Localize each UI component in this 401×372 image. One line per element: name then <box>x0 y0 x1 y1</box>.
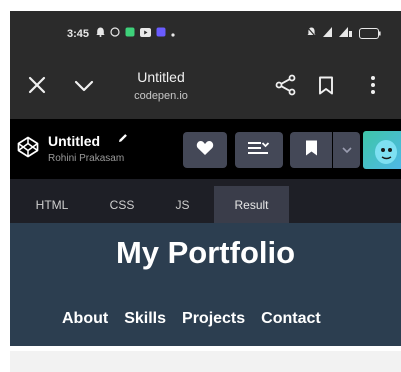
codepen-logo-icon[interactable] <box>17 136 39 163</box>
close-icon[interactable] <box>28 75 46 99</box>
app-icon <box>156 27 166 40</box>
tab-result[interactable]: Result <box>214 186 289 223</box>
browser-toolbar: Untitled codepen.io <box>10 59 401 119</box>
change-view-button[interactable] <box>235 132 283 168</box>
more-options-icon[interactable] <box>370 75 376 100</box>
tab-css[interactable]: CSS <box>97 186 147 223</box>
avatar[interactable] <box>363 131 401 169</box>
nav-link-about[interactable]: About <box>62 310 108 328</box>
save-bookmark-icon <box>305 140 318 161</box>
preview-content-area <box>10 351 401 372</box>
status-left: 3:45 <box>67 27 175 40</box>
browser-page-title: Untitled <box>137 69 185 85</box>
tab-js[interactable]: JS <box>160 186 205 223</box>
heart-button[interactable] <box>183 132 227 168</box>
status-time: 3:45 <box>67 27 90 40</box>
pen-title[interactable]: Untitled <box>48 133 100 149</box>
tab-html[interactable]: HTML <box>22 186 82 223</box>
battery-icon <box>359 28 381 39</box>
browser-title-block[interactable]: Untitled codepen.io <box>126 69 196 102</box>
chevron-down-icon[interactable] <box>74 79 94 97</box>
pencil-icon[interactable] <box>118 133 128 146</box>
editor-tabs: HTML CSS JS Result <box>10 179 401 223</box>
preview-body <box>10 346 401 372</box>
signal-icon <box>339 27 352 40</box>
bookmark-icon[interactable] <box>318 76 334 100</box>
portfolio-heading: My Portfolio <box>115 235 296 270</box>
pen-author[interactable]: Rohini Prakasam <box>48 153 124 164</box>
status-bar: 3:45 <box>10 11 401 59</box>
save-button[interactable] <box>290 132 332 168</box>
status-right <box>307 27 381 40</box>
alarm-icon <box>96 27 105 40</box>
nav-link-contact[interactable]: Contact <box>261 310 321 328</box>
share-icon[interactable] <box>275 74 297 101</box>
chevron-down-icon <box>341 141 352 159</box>
heart-icon <box>196 140 214 161</box>
phone-screen: 3:45 Untitled codepen.io Untitled Rohini… <box>10 11 401 372</box>
codepen-header: Untitled Rohini Prakasam <box>10 119 401 179</box>
signal-icon <box>323 27 332 40</box>
layout-icon <box>247 140 271 161</box>
nav-link-projects[interactable]: Projects <box>182 310 245 328</box>
save-options-button[interactable] <box>333 132 360 168</box>
youtube-icon <box>140 27 152 40</box>
portfolio-nav: About Skills Projects Contact <box>62 310 337 328</box>
whatsapp-icon <box>110 27 120 40</box>
dot-icon <box>171 28 175 40</box>
nav-link-skills[interactable]: Skills <box>124 310 166 328</box>
result-preview: My Portfolio About Skills Projects Conta… <box>10 223 401 346</box>
browser-url: codepen.io <box>134 90 188 102</box>
app-icon <box>125 27 135 40</box>
silent-icon <box>307 27 316 40</box>
